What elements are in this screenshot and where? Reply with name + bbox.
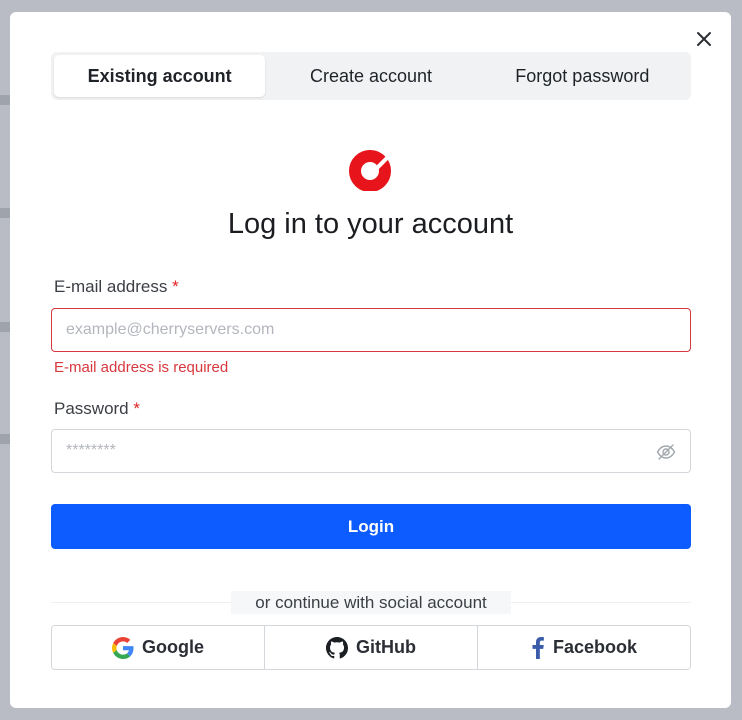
close-icon[interactable] — [696, 31, 712, 47]
password-label-text: Password — [54, 399, 129, 418]
close-button[interactable] — [694, 29, 714, 49]
google-label: Google — [142, 637, 204, 657]
password-label: Password * — [54, 399, 140, 419]
social-divider-text: or continue with social account — [231, 591, 511, 614]
required-mark: * — [133, 399, 140, 418]
tab-forgot-password[interactable]: Forgot password — [477, 55, 688, 97]
tab-existing-account[interactable]: Existing account — [54, 55, 266, 97]
github-icon — [326, 636, 348, 658]
auth-tabs: Existing account Create account Forgot p… — [51, 52, 691, 100]
github-login-button[interactable]: GitHub — [265, 626, 478, 669]
page-title: Log in to your account — [227, 208, 514, 240]
cherry-logo-icon — [349, 150, 391, 191]
email-field-container — [51, 308, 691, 352]
github-label: GitHub — [356, 637, 416, 657]
facebook-login-button[interactable]: Facebook — [478, 626, 690, 669]
email-label: E-mail address * — [54, 277, 179, 297]
email-field[interactable] — [52, 309, 690, 351]
email-error-message: E-mail address is required — [54, 359, 229, 376]
facebook-label: Facebook — [552, 637, 638, 657]
login-modal: Existing account Create account Forgot p… — [10, 12, 731, 708]
password-field[interactable] — [52, 430, 690, 472]
password-field-container — [51, 429, 691, 473]
google-icon — [112, 636, 134, 659]
facebook-icon — [532, 636, 544, 659]
google-login-button[interactable]: Google — [52, 626, 265, 669]
social-login-row: Google GitHub Facebook — [51, 625, 691, 670]
eye-slash-icon[interactable] — [656, 443, 676, 461]
email-label-text: E-mail address — [54, 277, 168, 296]
required-mark: * — [172, 277, 179, 296]
tab-create-account[interactable]: Create account — [265, 55, 476, 97]
login-button[interactable]: Login — [51, 504, 691, 549]
